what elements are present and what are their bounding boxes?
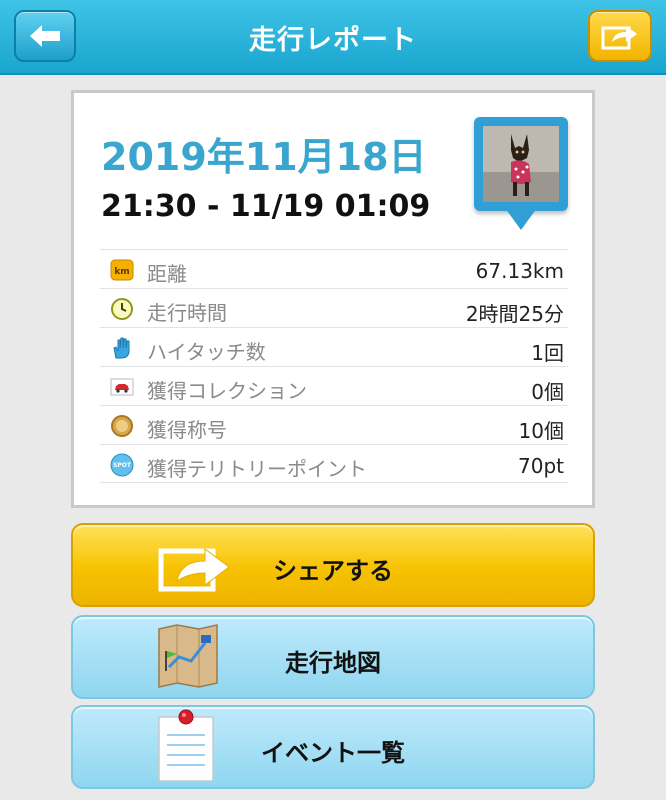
pin-pointer (505, 208, 537, 230)
stat-label: 獲得称号 (147, 418, 227, 442)
share-button[interactable]: シェアする (71, 523, 595, 607)
clock-icon (111, 298, 133, 320)
avatar[interactable] (474, 117, 568, 211)
stat-row-collection: 獲得コレクション 0個 (100, 366, 568, 405)
stat-row-duration: 走行時間 2時間25分 (100, 288, 568, 327)
stat-row-titles: 獲得称号 10個 (100, 405, 568, 444)
hand-icon (113, 337, 130, 359)
stat-value: 0個 (531, 380, 564, 404)
stats-list: km 距離 67.13km 走行時間 2時間25分 ハイタッチ数 1回 獲得コレ… (100, 249, 568, 483)
stat-row-territory: SPOT 獲得テリトリーポイント 70pt (100, 444, 568, 483)
route-map-button[interactable]: 走行地図 (71, 615, 595, 699)
share-button-label: シェアする (273, 557, 393, 585)
medal-icon (111, 415, 133, 437)
svg-text:SPOT: SPOT (113, 462, 132, 469)
dog-photo (483, 126, 559, 202)
stat-value: 10個 (518, 419, 564, 443)
stat-label: 走行時間 (147, 301, 227, 325)
stat-label: 距離 (147, 262, 187, 286)
stat-label: 獲得テリトリーポイント (147, 457, 367, 481)
share-arrow-icon (601, 26, 637, 50)
stat-value: 67.13km (475, 259, 564, 283)
spot-icon: SPOT (110, 453, 134, 477)
svg-text:km: km (114, 267, 129, 277)
stat-label: 獲得コレクション (147, 379, 307, 403)
page-title: 走行レポート (249, 25, 417, 56)
stat-value: 1回 (531, 341, 564, 365)
event-list-button[interactable]: イベント一覧 (71, 705, 595, 789)
stat-value: 2時間25分 (465, 302, 564, 326)
route-map-button-label: 走行地図 (285, 649, 381, 677)
stat-row-distance: km 距離 67.13km (100, 249, 568, 288)
report-date: 2019年11月18日 (101, 135, 427, 179)
header-bar: 走行レポート (0, 0, 666, 75)
stat-label: ハイタッチ数 (147, 340, 266, 364)
event-list-button-label: イベント一覧 (261, 739, 405, 767)
stat-value: 70pt (518, 454, 564, 478)
km-badge-icon: km (110, 259, 134, 281)
report-time-range: 21:30 - 11/19 01:09 (101, 189, 431, 224)
stat-row-hightouch: ハイタッチ数 1回 (100, 327, 568, 366)
header-share-button[interactable] (588, 10, 652, 62)
report-card: 2019年11月18日 21:30 - 11/19 01:09 km 距離 67… (71, 90, 595, 508)
car-card-icon (110, 378, 134, 396)
